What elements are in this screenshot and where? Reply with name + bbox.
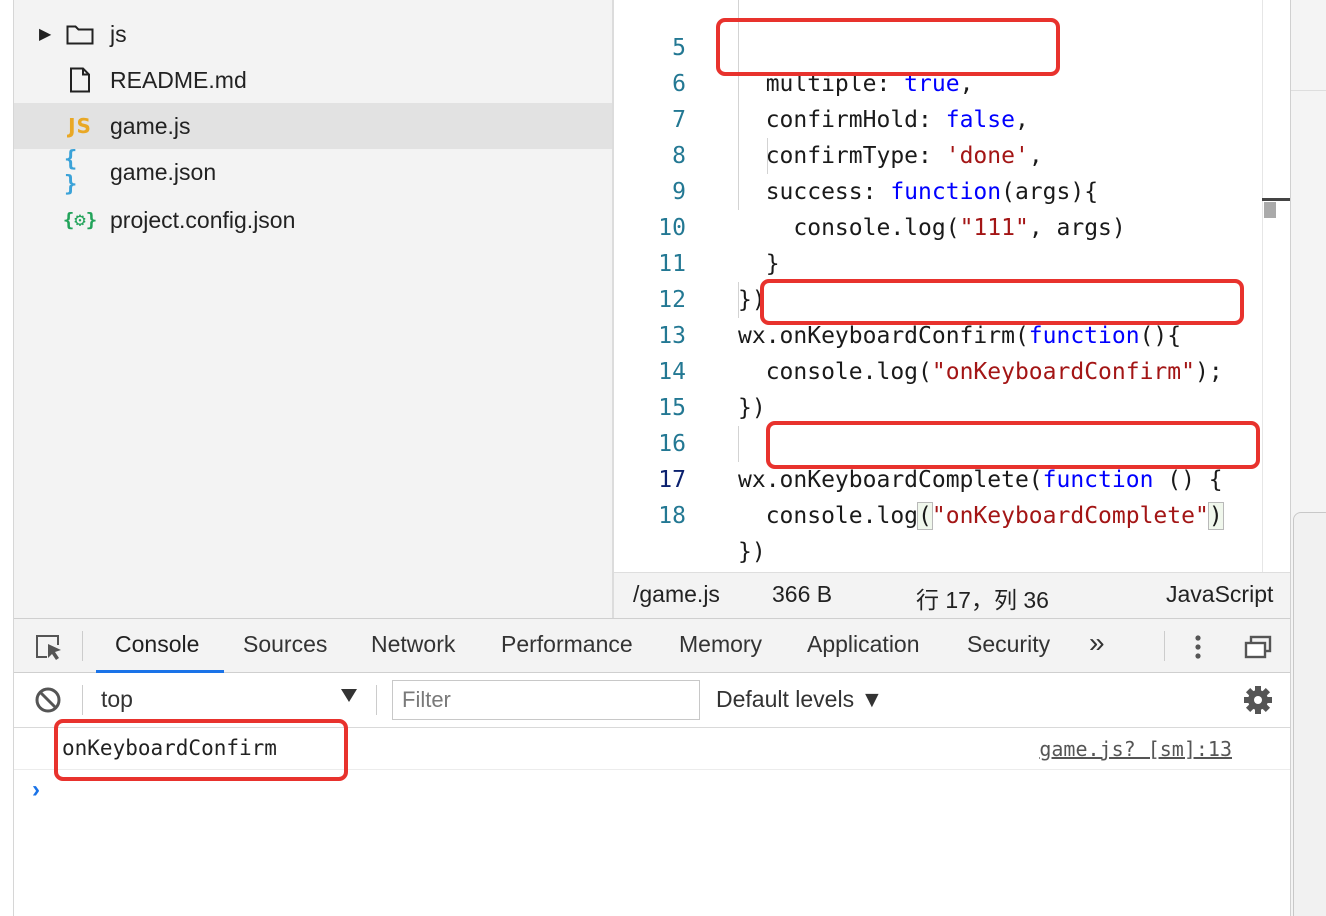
context-selector[interactable]: top	[101, 686, 133, 713]
js-file-icon: JS	[68, 114, 92, 138]
console-filter-input[interactable]	[392, 680, 700, 720]
side-panel-box	[1293, 512, 1326, 916]
context-dropdown-icon[interactable]	[341, 689, 357, 708]
undock-icon[interactable]	[1244, 635, 1272, 664]
code-line-11: 11 })	[658, 251, 766, 313]
explorer-item-js-folder[interactable]: ▶ js	[14, 11, 612, 57]
more-tabs-icon[interactable]: »	[1089, 627, 1105, 659]
inspect-element-icon[interactable]	[34, 633, 64, 666]
config-file-icon: {⚙}	[62, 209, 98, 231]
divider	[82, 685, 83, 715]
code-line-8: 8 success: function(args){	[672, 143, 1099, 205]
console-source-link[interactable]: game.js? [sm]:13	[1039, 737, 1232, 761]
explorer-item-label: js	[110, 20, 127, 47]
tab-console[interactable]: Console	[115, 631, 199, 658]
tab-application[interactable]: Application	[807, 631, 920, 658]
devtools-tab-bar: Console Sources Network Performance Memo…	[14, 618, 1290, 673]
right-side-panel	[1290, 0, 1326, 916]
status-file-size: 366 B	[772, 581, 833, 607]
code-line-12: 12 wx.onKeyboardConfirm(function(){	[658, 287, 1182, 349]
left-edge	[0, 0, 14, 916]
explorer-item-readme[interactable]: README.md	[14, 57, 612, 103]
file-explorer: ▶ js README.md JS game.js { } game.json …	[14, 0, 612, 618]
scrollbar-thumb[interactable]	[1264, 202, 1276, 218]
tab-security[interactable]: Security	[967, 631, 1050, 658]
json-file-icon: { }	[64, 147, 78, 197]
explorer-item-label: README.md	[110, 66, 247, 93]
explorer-item-label: game.js	[110, 112, 191, 139]
console-prompt-icon[interactable]: ›	[32, 776, 40, 804]
editor-statusbar: /game.js 366 B 行 17，列 36 JavaScript	[614, 572, 1290, 618]
explorer-item-game-js[interactable]: JS game.js	[14, 103, 612, 149]
tab-performance[interactable]: Performance	[501, 631, 633, 658]
annotation-box-confirm-log	[760, 279, 1244, 325]
console-settings-gear-icon[interactable]	[1243, 685, 1273, 720]
code-line-9: 9 console.log("111", args)	[672, 179, 1126, 241]
annotation-box-confirmhold	[716, 18, 1060, 76]
editor-scrollbar[interactable]	[1262, 0, 1290, 572]
kebab-menu-icon[interactable]	[1194, 633, 1202, 666]
status-cursor-position[interactable]: 行 17，列 36	[916, 581, 1049, 615]
divider	[376, 685, 377, 715]
divider	[1291, 90, 1326, 91]
explorer-item-label: project.config.json	[110, 206, 296, 233]
scrollbar-ruler-mark	[1262, 198, 1290, 201]
explorer-item-game-json[interactable]: { } game.json	[14, 147, 612, 197]
tab-sources[interactable]: Sources	[243, 631, 327, 658]
annotation-box-complete-log	[766, 421, 1260, 469]
folder-icon	[64, 19, 96, 49]
tab-network[interactable]: Network	[371, 631, 455, 658]
explorer-item-project-config[interactable]: {⚙} project.config.json	[14, 197, 612, 243]
tab-memory[interactable]: Memory	[679, 631, 762, 658]
code-line-10: 10 }	[658, 215, 780, 277]
log-levels-dropdown[interactable]: Default levels ▼	[716, 686, 883, 713]
divider	[1164, 631, 1165, 661]
status-language[interactable]: JavaScript	[1166, 581, 1273, 608]
divider	[82, 631, 83, 661]
explorer-item-label: game.json	[110, 158, 217, 185]
expand-arrow-icon[interactable]: ▶	[39, 24, 51, 44]
clear-console-icon[interactable]	[34, 686, 62, 719]
file-icon	[64, 65, 96, 95]
annotation-box-console-output	[54, 719, 348, 781]
status-file-path: /game.js	[633, 581, 720, 607]
code-line-15: 15	[658, 395, 686, 421]
